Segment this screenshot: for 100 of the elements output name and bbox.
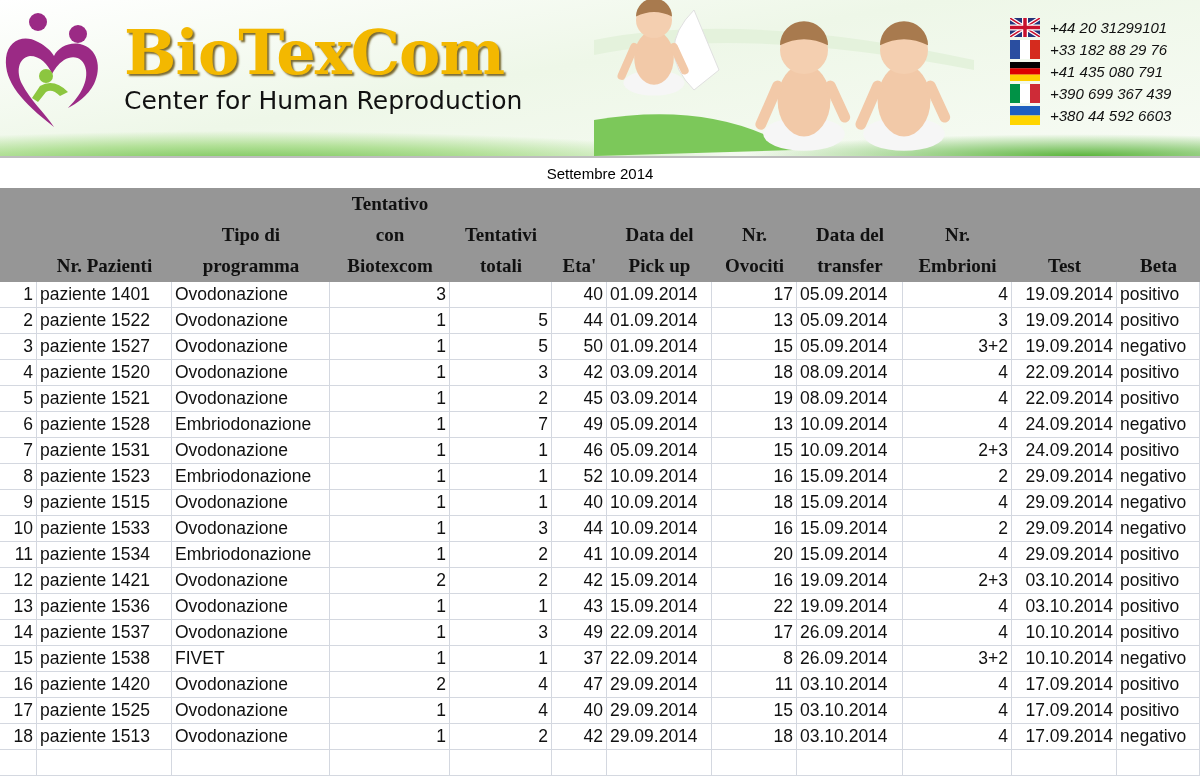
column-header: Tipo di programma [172,188,330,282]
table-cell: negativo [1117,724,1200,750]
table-cell: 5 [450,308,552,334]
table-cell: 05.09.2014 [607,438,712,464]
table-cell: paziente 1401 [37,282,172,308]
table-cell: 1 [330,620,450,646]
table-cell: Ovodonazione [172,386,330,412]
table-cell: 40 [552,490,607,516]
table-cell: 15 [712,438,797,464]
flag-icon [1010,62,1040,81]
table-cell: 22.09.2014 [607,620,712,646]
table-cell: 10.09.2014 [797,438,903,464]
table-cell: 5 [450,334,552,360]
table-cell: Ovodonazione [172,568,330,594]
table-cell: negativo [1117,334,1200,360]
table-cell: 15.09.2014 [797,542,903,568]
table-cell: paziente 1527 [37,334,172,360]
table-cell: Ovodonazione [172,724,330,750]
table-cell: 03.10.2014 [1012,594,1117,620]
table-cell: 29.09.2014 [1012,542,1117,568]
table-cell: 1 [450,438,552,464]
table-cell: Ovodonazione [172,620,330,646]
table-cell: 20 [712,542,797,568]
table-cell: 37 [552,646,607,672]
table-cell: paziente 1515 [37,490,172,516]
table-cell: positivo [1117,542,1200,568]
table-cell: Embriodonazione [172,542,330,568]
brand-logo-text: BioTexCom [124,20,506,86]
table-cell: paziente 1537 [37,620,172,646]
table-cell: 4 [903,620,1012,646]
table-cell: paziente 1513 [37,724,172,750]
table-cell: 22.09.2014 [1012,386,1117,412]
table-cell: 03.10.2014 [797,672,903,698]
table-cell: 10.09.2014 [607,464,712,490]
table-cell: 40 [552,282,607,308]
table-cell: 13 [712,412,797,438]
column-header: Tentativi totali [450,188,552,282]
table-cell: 24.09.2014 [1012,438,1117,464]
table-cell: 42 [552,724,607,750]
table-cell: 03.10.2014 [1012,568,1117,594]
table-cell: paziente 1533 [37,516,172,542]
table-cell: Ovodonazione [172,516,330,542]
row-number: 5 [0,386,37,412]
table-cell: 2 [450,386,552,412]
table-cell: 22.09.2014 [1012,360,1117,386]
table-cell: Ovodonazione [172,698,330,724]
table-cell: 2 [450,724,552,750]
table-cell: 1 [450,646,552,672]
table-cell: 3 [330,282,450,308]
table-cell: 18 [712,490,797,516]
table-cell: positivo [1117,594,1200,620]
table-cell: positivo [1117,672,1200,698]
table-cell: 40 [552,698,607,724]
table-cell: 47 [552,672,607,698]
table-cell: 16 [712,464,797,490]
table-cell: 15.09.2014 [797,464,903,490]
column-header: Data del Pick up [607,188,712,282]
table-cell: 4 [903,282,1012,308]
table-cell: FIVET [172,646,330,672]
table-cell: 18 [712,724,797,750]
table-cell: 17.09.2014 [1012,724,1117,750]
table-cell: 19 [712,386,797,412]
table-cell: 49 [552,620,607,646]
table-cell: positivo [1117,568,1200,594]
table-cell: 3 [450,516,552,542]
table-cell: 4 [903,490,1012,516]
table-cell: Ovodonazione [172,282,330,308]
table-cell: 1 [330,594,450,620]
table-cell: 4 [903,386,1012,412]
table-cell: 19.09.2014 [797,568,903,594]
row-number: 2 [0,308,37,334]
table-cell: negativo [1117,490,1200,516]
table-cell: Ovodonazione [172,490,330,516]
table-cell: 1 [330,308,450,334]
table-cell: 08.09.2014 [797,386,903,412]
table-cell: 1 [330,724,450,750]
table-cell: positivo [1117,438,1200,464]
table-cell: Embriodonazione [172,464,330,490]
table-cell: 16 [712,568,797,594]
table-cell: 05.09.2014 [607,412,712,438]
table-cell: 01.09.2014 [607,334,712,360]
table-cell: 1 [330,490,450,516]
table-cell: 03.09.2014 [607,386,712,412]
table-cell: 2 [450,568,552,594]
row-number: 3 [0,334,37,360]
table-cell: 1 [330,412,450,438]
table-cell: 29.09.2014 [607,672,712,698]
table-cell: 22.09.2014 [607,646,712,672]
table-cell: 10.10.2014 [1012,646,1117,672]
table-cell: paziente 1421 [37,568,172,594]
table-cell: 1 [450,464,552,490]
row-number: 11 [0,542,37,568]
table-cell: 01.09.2014 [607,282,712,308]
table-cell: 2+3 [903,438,1012,464]
empty-cell [552,750,607,776]
table-cell: 13 [712,308,797,334]
row-number: 8 [0,464,37,490]
table-cell: 26.09.2014 [797,646,903,672]
table-cell: 10.09.2014 [607,516,712,542]
table-cell: 10.09.2014 [607,490,712,516]
